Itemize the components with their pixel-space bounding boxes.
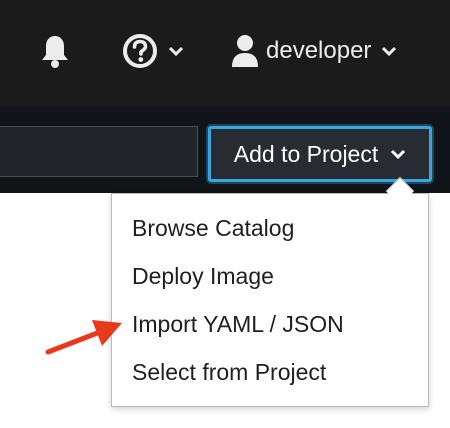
chevron-down-icon — [168, 46, 184, 57]
help-menu-toggle[interactable] — [122, 28, 184, 74]
menu-item-select-from-project[interactable]: Select from Project — [112, 348, 428, 396]
user-menu-toggle[interactable]: developer — [230, 28, 397, 74]
annotation-arrow-icon — [45, 320, 122, 355]
add-to-project-button[interactable]: Add to Project — [208, 126, 432, 182]
search-input[interactable] — [0, 126, 198, 177]
menu-item-browse-catalog[interactable]: Browse Catalog — [112, 204, 428, 252]
add-to-project-label: Add to Project — [233, 140, 379, 167]
chevron-down-icon — [382, 46, 397, 57]
question-circle-icon — [123, 34, 157, 68]
menu-item-import-yaml-json[interactable]: Import YAML / JSON — [112, 300, 428, 348]
notifications-button[interactable] — [38, 28, 72, 74]
user-icon — [232, 35, 258, 67]
chevron-down-icon — [391, 149, 406, 160]
username-label: developer — [266, 37, 372, 64]
menu-item-deploy-image[interactable]: Deploy Image — [112, 252, 428, 300]
add-to-project-dropdown: Browse Catalog Deploy Image Import YAML … — [111, 193, 429, 407]
bell-icon — [42, 36, 68, 68]
